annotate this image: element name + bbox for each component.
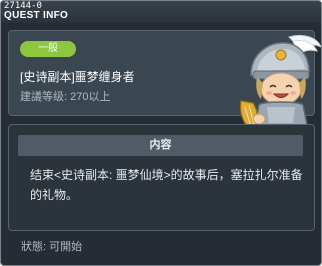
npc-knight-portrait-icon — [240, 34, 321, 135]
content-section-header: 内容 — [18, 135, 303, 156]
window-title: QUEST INFO — [4, 10, 69, 21]
quest-status: 狀態: 可開始 — [21, 241, 83, 253]
quest-type-badge: 一般 — [20, 41, 76, 57]
quest-name: [史诗副本]噩梦缠身者 — [20, 70, 135, 84]
quest-info-window: 27144-0 QUEST INFO 一般 [史诗副本]噩梦缠身者 建議等级: … — [0, 0, 322, 266]
quest-content-panel: 内容 结束<史诗副本: 噩梦仙境>的故事后，塞拉扎尔准备的礼物。 — [8, 124, 315, 231]
quest-description: 结束<史诗副本: 噩梦仙境>的故事后，塞拉扎尔准备的礼物。 — [30, 168, 303, 202]
quest-level-requirement: 建議等级: 270以上 — [20, 91, 111, 103]
title-bar[interactable]: 27144-0 QUEST INFO — [1, 1, 321, 23]
quest-summary-panel: 一般 [史诗副本]噩梦缠身者 建議等级: 270以上 — [8, 30, 321, 135]
